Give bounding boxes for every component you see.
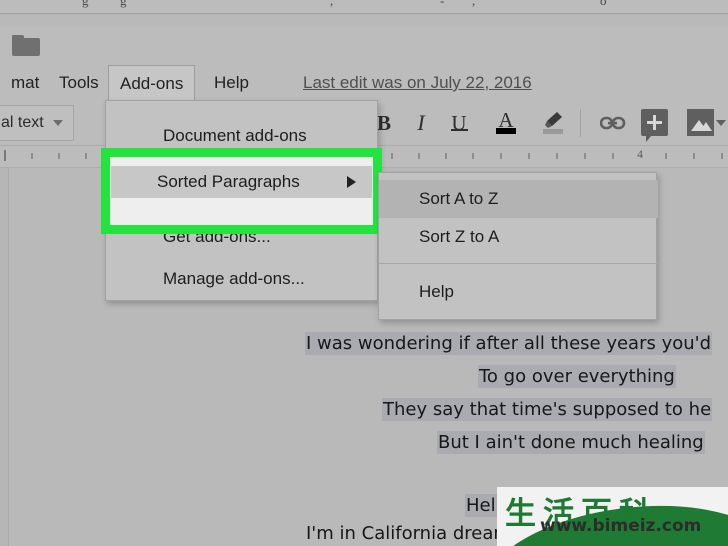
- chrome-ghost-glyph-4: -: [440, 0, 445, 8]
- chrome-ghost-glyph-6: o: [600, 0, 607, 8]
- screen-root: g g , - , o mat Tools Add-ons Help Last …: [0, 0, 728, 546]
- bold-icon: B: [376, 110, 391, 135]
- image-options-chevron-down-icon[interactable]: [716, 120, 726, 126]
- ruler-mark-4: 4: [637, 147, 643, 161]
- submenu-item-help[interactable]: Help: [379, 273, 658, 311]
- toolbar-divider-2: [580, 109, 581, 137]
- document-line-4[interactable]: But I ain't done much healing: [437, 431, 705, 454]
- add-comment-button[interactable]: [641, 109, 668, 142]
- menu-item-sorted-paragraphs[interactable]: Sorted Paragraphs: [111, 166, 372, 198]
- chevron-down-icon: [53, 120, 63, 126]
- browser-chrome-strip: g g , - , o: [0, 0, 728, 14]
- document-line-1[interactable]: I was wondering if after all these years…: [305, 332, 713, 355]
- watermark: 生活百科 www.bimeiz.com: [497, 487, 728, 546]
- italic-button[interactable]: I: [405, 107, 437, 139]
- menu-add-ons[interactable]: Add-ons: [108, 65, 196, 101]
- submenu-item-sort-z-to-a[interactable]: Sort Z to A: [379, 218, 658, 256]
- document-line-3[interactable]: They say that time's supposed to he: [382, 398, 713, 421]
- menu-format[interactable]: mat: [0, 65, 50, 101]
- chrome-ghost-glyph-2: g: [120, 0, 127, 8]
- last-edit-link[interactable]: Last edit was on July 22, 2016: [303, 65, 532, 101]
- submenu-divider: [379, 263, 658, 264]
- submenu-item-sort-a-to-z[interactable]: Sort A to Z: [379, 180, 658, 218]
- insert-image-button[interactable]: [687, 109, 714, 136]
- chrome-band: [0, 15, 728, 27]
- highlight-color-button[interactable]: [537, 107, 569, 139]
- chrome-ghost-glyph-1: g: [82, 0, 89, 8]
- submenu-arrow-icon: [347, 176, 356, 188]
- paragraph-style-selector[interactable]: al text: [0, 105, 74, 141]
- menu-tools[interactable]: Tools: [48, 65, 110, 101]
- text-color-button[interactable]: A: [490, 107, 522, 139]
- chrome-ghost-glyph-5: ,: [472, 0, 476, 8]
- document-title-row: [0, 27, 728, 65]
- insert-link-button[interactable]: [597, 107, 629, 139]
- document-line-2[interactable]: To go over everything: [478, 365, 676, 388]
- sorted-paragraphs-submenu: Sort A to Z Sort Z to A Help: [378, 172, 658, 320]
- underline-button[interactable]: U: [443, 107, 475, 139]
- link-icon: [600, 116, 626, 130]
- folder-icon[interactable]: [12, 35, 40, 56]
- menu-item-sorted-paragraphs-label: Sorted Paragraphs: [157, 172, 300, 191]
- menu-bar: mat Tools Add-ons Help Last edit was on …: [0, 65, 728, 101]
- chrome-ghost-glyph-3: ,: [330, 0, 334, 8]
- menu-item-manage-add-ons[interactable]: Manage add-ons...: [106, 258, 379, 300]
- menu-help[interactable]: Help: [203, 65, 260, 101]
- italic-icon: I: [417, 110, 425, 135]
- paragraph-style-label: al text: [1, 114, 44, 131]
- watermark-url: www.bimeiz.com: [540, 516, 702, 536]
- highlighter-icon: [545, 111, 562, 128]
